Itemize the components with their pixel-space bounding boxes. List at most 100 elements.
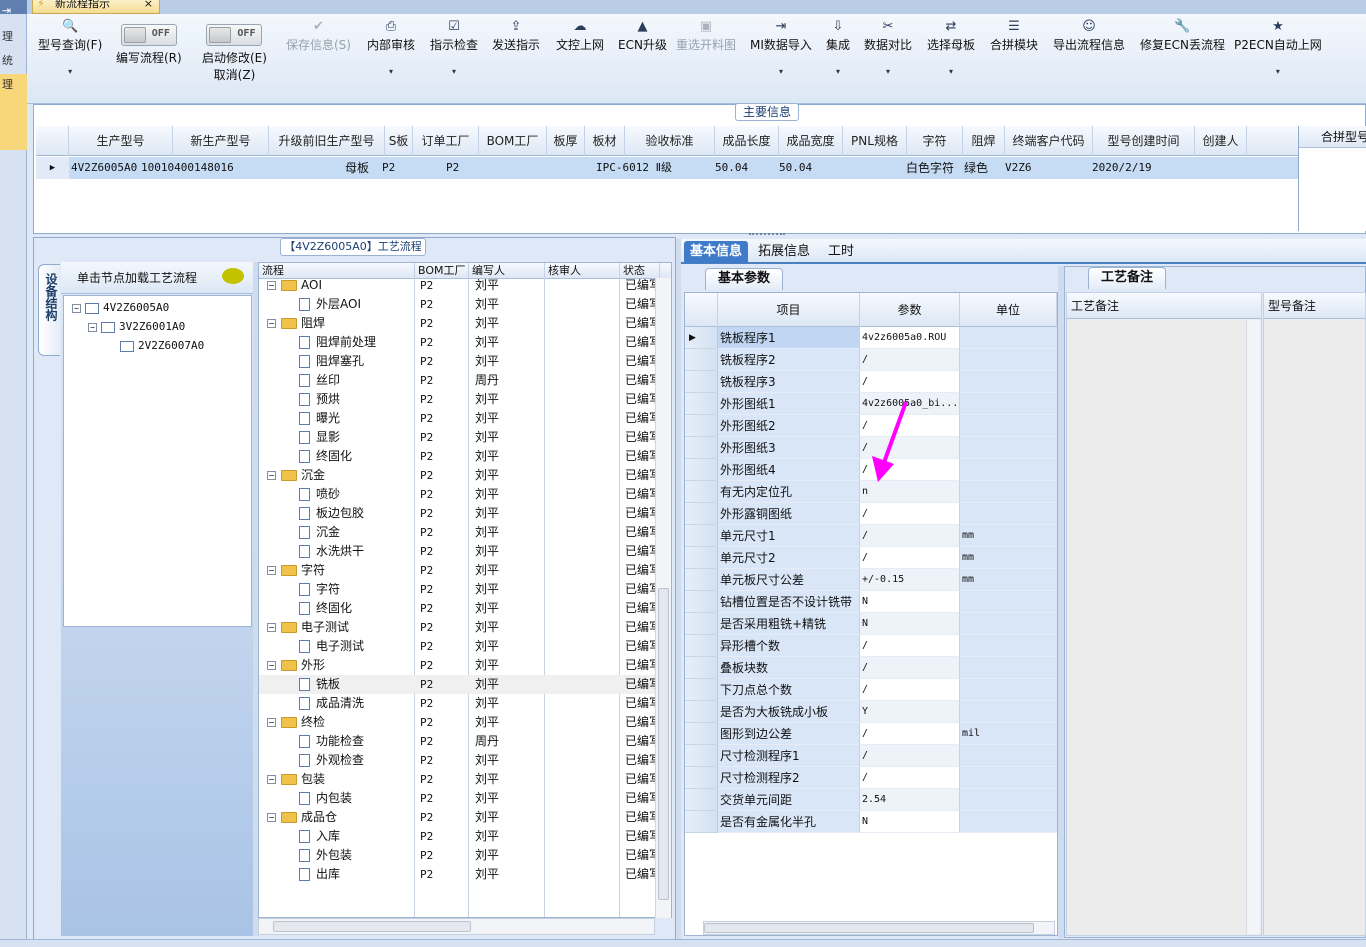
col-header[interactable]: S板 [385, 126, 413, 156]
flow-row[interactable]: 阻焊塞孔 P2 刘平 已编写 [259, 352, 657, 371]
scroll-thumb[interactable] [658, 588, 669, 900]
flow-row[interactable]: 显影 P2 刘平 已编写 [259, 428, 657, 447]
collapse-icon[interactable]: − [267, 813, 276, 822]
param-value-field[interactable]: 2.54 [860, 789, 960, 811]
send-instruction-button[interactable]: ⇪ 发送指示 [492, 18, 540, 53]
flow-row[interactable]: 曝光 P2 刘平 已编写 [259, 409, 657, 428]
row-selector[interactable] [685, 635, 718, 657]
param-value-field[interactable]: / [860, 349, 960, 371]
param-value-field[interactable]: / [860, 679, 960, 701]
flow-row[interactable]: 外观检查 P2 刘平 已编写 [259, 751, 657, 770]
export-flow-info-button[interactable]: ☺ 导出流程信息 [1053, 18, 1125, 53]
param-row[interactable]: 异形槽个数 / [685, 635, 1057, 657]
param-row[interactable]: 铣板程序2/ [685, 349, 1057, 371]
ecn-upgrade-button[interactable]: ▲ ECN升级 [618, 18, 667, 53]
param-row[interactable]: 是否为大板铣成小板 Y [685, 701, 1057, 723]
col-header[interactable]: 新生产型号 [173, 126, 269, 156]
left-nav-item-3[interactable]: 理 [0, 74, 27, 150]
collapse-icon[interactable]: − [267, 471, 276, 480]
param-value-field[interactable]: / [860, 767, 960, 789]
tab-work-hours[interactable]: 工时 [822, 241, 860, 263]
col-header[interactable]: 验收标准 [625, 126, 715, 156]
col-header[interactable]: 字符 [907, 126, 963, 156]
flow-row[interactable]: −外形 P2 刘平 已编写 [259, 656, 657, 675]
reselect-cutting-image-button[interactable]: ▣ 重选开料图 [676, 18, 736, 53]
row-selector[interactable] [685, 613, 718, 635]
start-modify-toggle[interactable]: OFF 启动修改(E) 取消(Z) [202, 24, 267, 83]
instruction-check-button[interactable]: ☑ 指示检查 ▾ [430, 18, 478, 76]
scroll-thumb[interactable] [704, 923, 1034, 933]
param-row[interactable]: 尺寸检测程序1/ [685, 745, 1057, 767]
col-header[interactable]: BOM工厂 [479, 126, 547, 156]
param-row[interactable]: 是否有金属化半孔 N [685, 811, 1057, 833]
param-value-field[interactable]: / [860, 657, 960, 679]
flow-row[interactable]: 成品清洗 P2 刘平 已编写 [259, 694, 657, 713]
row-selector[interactable] [685, 767, 718, 789]
row-selector[interactable] [685, 349, 718, 371]
collapse-icon[interactable]: − [267, 661, 276, 670]
param-value-field[interactable]: / [860, 723, 960, 745]
row-selector[interactable] [685, 547, 718, 569]
param-row[interactable]: 铣板程序3/ [685, 371, 1057, 393]
param-row[interactable]: 叠板块数 / [685, 657, 1057, 679]
flow-row[interactable]: 外层AOI P2 刘平 已编写 [259, 295, 657, 314]
param-value-field[interactable]: N [860, 591, 960, 613]
row-selector[interactable] [685, 811, 718, 833]
param-row[interactable]: 是否采用粗铣+精铣 N [685, 613, 1057, 635]
collapse-icon[interactable]: − [267, 566, 276, 575]
chevron-down-icon[interactable]: ▾ [367, 67, 415, 76]
mi-data-import-button[interactable]: ⇥ MI数据导入 ▾ [750, 18, 812, 76]
chevron-down-icon[interactable]: ▾ [750, 67, 812, 76]
flow-row[interactable]: 板边包胶 P2 刘平 已编写 [259, 504, 657, 523]
param-value-field[interactable]: / [860, 371, 960, 393]
horizontal-scrollbar[interactable] [258, 918, 655, 935]
model-notes-box[interactable]: 型号备注 [1263, 292, 1366, 936]
collapse-icon[interactable]: − [267, 775, 276, 784]
row-selector[interactable] [685, 371, 718, 393]
param-row[interactable]: 钻槽位置是否不设计铣带 N [685, 591, 1057, 613]
write-flow-toggle[interactable]: OFF 编写流程(R) [116, 24, 182, 66]
vertical-scrollbar[interactable] [1246, 320, 1260, 934]
chevron-down-icon[interactable]: ▾ [927, 67, 975, 76]
cancel-label[interactable]: 取消(Z) [214, 68, 256, 82]
merge-module-button[interactable]: ☰ 合拼模块 [990, 18, 1038, 53]
param-value-field[interactable]: / [860, 503, 960, 525]
col-header[interactable]: 阻焊 [963, 126, 1005, 156]
param-row[interactable]: 单元板尺寸公差 +/-0.15 mm [685, 569, 1057, 591]
toggle-switch[interactable]: OFF [120, 24, 177, 46]
col-header[interactable]: PNL规格 [843, 126, 907, 156]
flow-row[interactable]: −成品仓 P2 刘平 已编写 [259, 808, 657, 827]
process-notes-box[interactable]: 工艺备注 [1066, 292, 1262, 936]
chevron-down-icon[interactable]: ▾ [38, 67, 102, 76]
flow-row[interactable]: −沉金 P2 刘平 已编写 [259, 466, 657, 485]
integrate-button[interactable]: ⇩ 集成 ▾ [826, 18, 850, 76]
param-value-field[interactable]: 4v2z6005a0.ROU [860, 327, 960, 349]
row-selector[interactable] [685, 723, 718, 745]
param-value-field[interactable]: N [860, 613, 960, 635]
flow-row[interactable]: 入库 P2 刘平 已编写 [259, 827, 657, 846]
collapse-icon[interactable]: − [267, 281, 276, 290]
param-value-field[interactable]: / [860, 525, 960, 547]
chevron-down-icon[interactable]: ▾ [430, 67, 478, 76]
flow-row[interactable]: 终固化 P2 刘平 已编写 [259, 599, 657, 618]
splitter-grip[interactable] [749, 233, 785, 237]
param-row[interactable]: 单元尺寸1/mm [685, 525, 1057, 547]
chevron-down-icon[interactable]: ▾ [864, 67, 912, 76]
data-compare-button[interactable]: ✂ 数据对比 ▾ [864, 18, 912, 76]
left-nav-item-2[interactable]: 统 [0, 50, 27, 72]
tree-node[interactable]: −3V2Z6001A0 [88, 320, 185, 333]
row-selector[interactable] [685, 481, 718, 503]
flow-row[interactable]: 电子测试 P2 刘平 已编写 [259, 637, 657, 656]
tab-basic-params[interactable]: 基本参数 [705, 268, 783, 290]
left-nav-item-1[interactable]: 理 [0, 26, 27, 48]
flow-row[interactable]: 喷砂 P2 刘平 已编写 [259, 485, 657, 504]
flow-row[interactable]: −终检 P2 刘平 已编写 [259, 713, 657, 732]
tree-node[interactable]: 2V2Z6007A0 [120, 339, 204, 352]
param-value-field[interactable]: N [860, 811, 960, 833]
col-header[interactable]: 生产型号 [69, 126, 173, 156]
collapse-icon[interactable]: − [267, 319, 276, 328]
save-info-button[interactable]: ✔ 保存信息(S) [286, 18, 351, 53]
col-header[interactable]: 板材 [585, 126, 625, 156]
collapse-icon[interactable]: − [267, 718, 276, 727]
flow-row[interactable]: 水洗烘干 P2 刘平 已编写 [259, 542, 657, 561]
